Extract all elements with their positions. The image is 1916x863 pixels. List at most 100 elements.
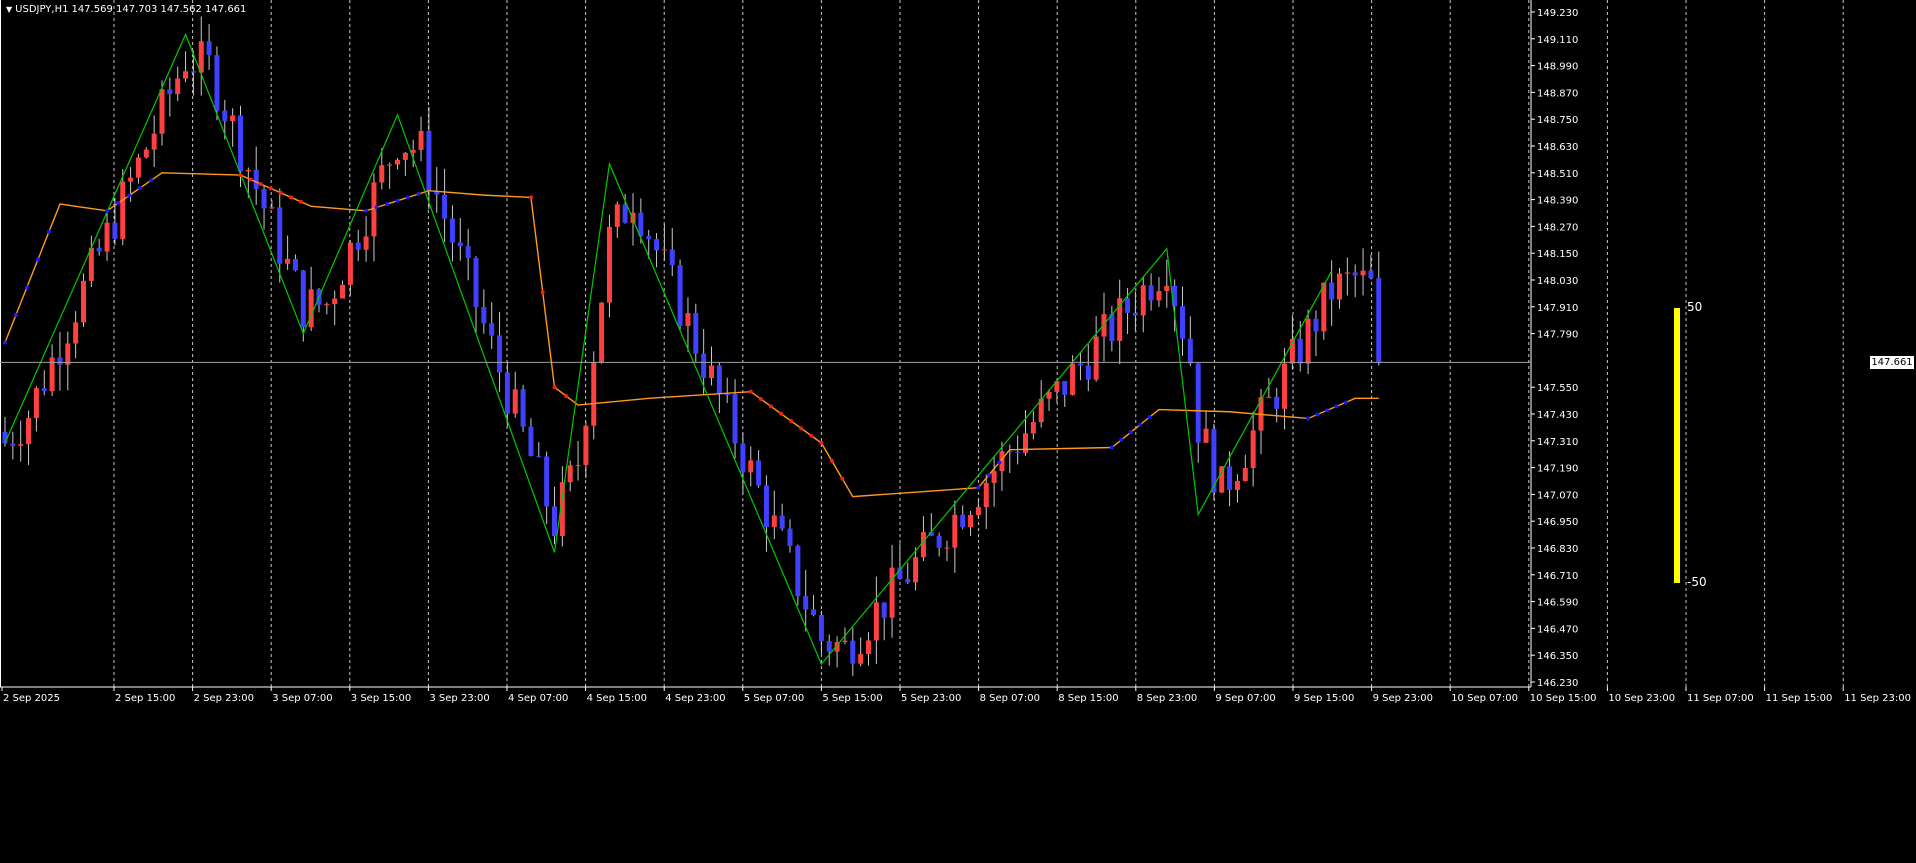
candle-body	[936, 535, 942, 548]
candle-body	[583, 425, 589, 465]
time-axis-label: 8 Sep 23:00	[1137, 693, 1197, 704]
price-axis-label: 148.870	[1537, 88, 1578, 99]
candle-body	[159, 89, 165, 134]
up-arrow-marker	[3, 340, 7, 345]
up-arrow-marker	[416, 192, 421, 197]
symbol-timeframe: USDJPY,H1	[15, 4, 69, 15]
candle-body	[599, 302, 605, 363]
candle-body	[18, 444, 24, 446]
candle-body	[873, 602, 879, 641]
candle-body	[740, 443, 746, 473]
down-arrow-marker	[819, 441, 824, 446]
candle-body	[269, 207, 275, 209]
candle-body	[528, 426, 534, 456]
candle-body	[292, 258, 298, 271]
time-axis-label: 2 Sep 2025	[3, 693, 60, 704]
time-axis-label: 8 Sep 15:00	[1058, 693, 1118, 704]
candle-body	[238, 115, 243, 172]
candle-body	[575, 464, 581, 466]
candles	[2, 16, 1382, 676]
candle-body	[65, 343, 71, 365]
price-chart[interactable]: 149.230 149.110 148.990 148.870 148.750 148.6…	[0, 0, 1916, 863]
candle-body	[426, 130, 432, 192]
candle-body	[1085, 365, 1091, 380]
down-arrow-marker	[789, 419, 794, 424]
down-arrow-marker	[268, 186, 273, 191]
up-arrow-marker	[35, 257, 40, 262]
gauge-bar	[1674, 308, 1680, 583]
candle-body	[1077, 363, 1083, 366]
time-axis-label: 9 Sep 23:00	[1373, 693, 1433, 704]
candle-body	[96, 247, 102, 252]
candle-body	[858, 654, 864, 664]
candle-body	[128, 177, 134, 182]
down-arrow-marker	[799, 426, 804, 431]
candle-body	[944, 547, 950, 549]
candle-body	[787, 528, 793, 546]
candle-body	[81, 280, 86, 323]
moving-average	[4, 172, 1379, 498]
price-axis-label: 149.230	[1537, 8, 1578, 19]
candle-body	[1156, 291, 1162, 301]
down-arrow-marker	[564, 394, 569, 399]
down-arrow-marker	[540, 290, 545, 295]
price-axis-label: 147.790	[1537, 330, 1578, 341]
down-arrow-marker	[258, 181, 263, 186]
candle-body	[206, 41, 212, 56]
down-arrow-marker	[528, 195, 533, 200]
up-arrow-marker	[374, 205, 379, 210]
price-axis-label: 146.470	[1537, 624, 1578, 635]
price-axis-label: 146.350	[1537, 651, 1578, 662]
up-arrow-marker	[116, 201, 121, 206]
candle-body	[512, 389, 518, 414]
current-price-label: 147.661	[1870, 356, 1914, 370]
price-axis-label: 148.030	[1537, 276, 1578, 287]
up-arrow-marker	[976, 485, 981, 490]
candle-body	[1313, 318, 1319, 332]
candle-body	[1242, 467, 1248, 481]
candle-body	[112, 222, 118, 239]
candle-body	[779, 515, 785, 529]
candle-body	[449, 218, 455, 243]
price-axis-label: 146.950	[1537, 517, 1578, 528]
price-axis-label: 146.710	[1537, 571, 1578, 582]
candle-body	[1125, 298, 1131, 313]
candle-body	[33, 388, 39, 419]
candle-body	[104, 222, 110, 252]
chart-window[interactable]: 149.230 149.110 148.990 148.870 148.750 148.6…	[0, 0, 1916, 863]
candle-body	[1250, 430, 1256, 468]
time-axis-label: 4 Sep 15:00	[587, 693, 647, 704]
candle-body	[1282, 363, 1288, 409]
candle-body	[724, 394, 730, 396]
candle-body	[214, 55, 220, 111]
time-axis-label: 5 Sep 23:00	[901, 693, 961, 704]
time-axis-label: 10 Sep 23:00	[1608, 693, 1675, 704]
candle-body	[991, 471, 997, 483]
candle-body	[57, 357, 63, 365]
candle-body	[230, 115, 236, 122]
candle-body	[198, 41, 204, 73]
price-axis-label: 147.910	[1537, 303, 1578, 314]
up-arrow-marker	[1334, 404, 1339, 409]
candle-body	[1274, 396, 1280, 409]
candle-body	[701, 353, 707, 378]
up-arrow-marker	[13, 312, 18, 317]
candle-body	[756, 460, 762, 486]
candle-body	[10, 443, 16, 446]
candle-body	[1337, 273, 1342, 300]
candle-body	[465, 246, 471, 259]
time-axis-label: 9 Sep 15:00	[1294, 693, 1354, 704]
candle-body	[143, 149, 149, 158]
candle-body	[850, 640, 856, 664]
up-arrow-marker	[105, 208, 110, 213]
candle-body	[913, 557, 919, 583]
price-axis-label: 149.110	[1537, 35, 1578, 46]
candle-body	[489, 323, 495, 336]
dropdown-triangle-icon[interactable]: ▼	[6, 5, 12, 14]
gauge-top-label: 50	[1687, 300, 1703, 314]
candle-body	[300, 270, 306, 328]
candle-body	[285, 258, 291, 264]
up-arrow-marker	[127, 193, 132, 198]
candle-body	[332, 298, 338, 305]
up-arrow-marker	[24, 285, 29, 290]
